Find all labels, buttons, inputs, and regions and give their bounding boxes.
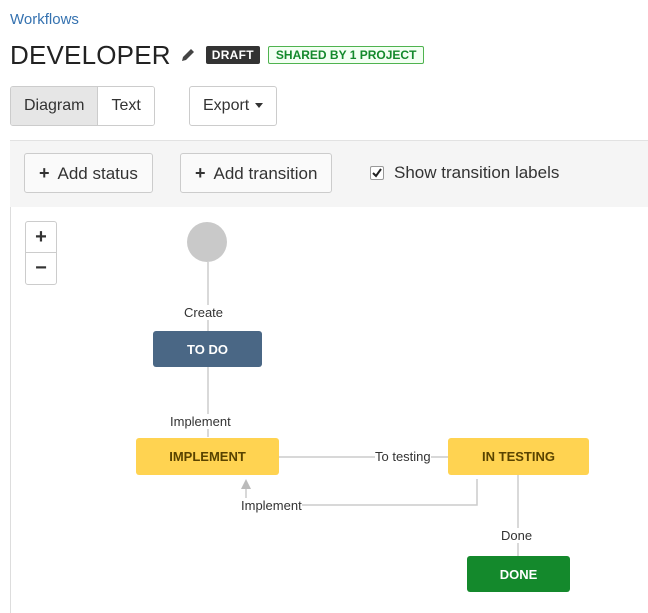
add-status-label: Add status <box>57 164 138 183</box>
status-in-testing[interactable]: IN TESTING <box>448 438 589 475</box>
start-node[interactable] <box>187 222 227 262</box>
shared-badge[interactable]: SHARED BY 1 PROJECT <box>267 46 425 64</box>
transition-label-to-testing[interactable]: To testing <box>375 449 431 464</box>
breadcrumb-workflows[interactable]: Workflows <box>10 11 79 28</box>
arrow-head <box>241 479 251 489</box>
page-title: DEVELOPER <box>10 39 171 70</box>
add-status-button[interactable]: + Add status <box>24 153 153 193</box>
status-done[interactable]: DONE <box>467 556 570 592</box>
transition-label-done[interactable]: Done <box>501 528 533 543</box>
zoom-controls: + − <box>25 221 57 285</box>
title-row: DEVELOPER DRAFT SHARED BY 1 PROJECT <box>10 39 425 70</box>
transition-label-implement-back[interactable]: Implement <box>241 498 302 513</box>
pencil-icon[interactable] <box>180 46 198 64</box>
workflow-canvas[interactable]: + − Create TO DO Implement IMPLEMENT To … <box>10 207 648 613</box>
draft-badge: DRAFT <box>205 46 260 64</box>
add-transition-button[interactable]: + Add transition <box>180 153 333 193</box>
status-todo[interactable]: TO DO <box>153 331 262 367</box>
plus-icon: + <box>39 163 50 183</box>
add-transition-label: Add transition <box>213 164 318 183</box>
zoom-out-button[interactable]: − <box>26 253 56 283</box>
transition-edges <box>207 262 519 556</box>
plus-icon: + <box>195 163 206 183</box>
status-implement[interactable]: IMPLEMENT <box>136 438 279 475</box>
export-button[interactable]: Export <box>189 86 278 126</box>
view-toggle: Diagram Text <box>10 86 155 126</box>
export-label: Export <box>203 97 250 114</box>
text-tab[interactable]: Text <box>98 87 154 125</box>
zoom-in-button[interactable]: + <box>26 222 56 253</box>
diagram-toolbar: + Add status + Add transition Show transit… <box>10 140 648 208</box>
show-labels-checkbox[interactable] <box>370 166 384 180</box>
caret-down-icon <box>255 103 264 109</box>
transition-label-create[interactable]: Create <box>184 305 224 320</box>
transition-label-implement[interactable]: Implement <box>170 414 231 429</box>
show-labels-label[interactable]: Show transition labels <box>394 163 559 183</box>
checkmark-icon <box>372 168 382 178</box>
diagram-tab[interactable]: Diagram <box>11 87 99 125</box>
